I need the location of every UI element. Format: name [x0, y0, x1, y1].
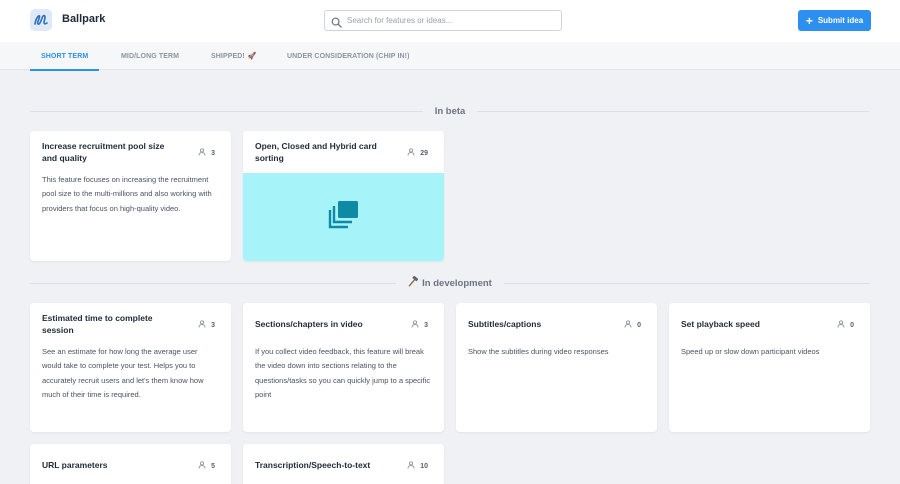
- vote-count[interactable]: 3: [198, 148, 215, 158]
- feature-card[interactable]: Set playback speed 0 Speed up or slow do…: [669, 303, 870, 432]
- vote-number: 5: [211, 462, 215, 470]
- hammer-icon: [408, 275, 419, 290]
- roadmap-tabs: SHORT TERM MID/LONG TERM SHIPPED! 🚀 UNDE…: [0, 42, 900, 71]
- card-title: Estimated time to complete session: [42, 313, 153, 335]
- tab-label: SHORT TERM: [41, 52, 89, 60]
- card-description: This feature focuses on increasing the r…: [42, 175, 212, 213]
- card-title: Increase recruitment pool size and quali…: [42, 141, 165, 163]
- search-icon: [331, 15, 342, 33]
- feature-card[interactable]: Transcription/Speech-to-text 10: [243, 444, 444, 484]
- vote-count[interactable]: 0: [624, 320, 641, 330]
- divider: [30, 282, 397, 284]
- tab-under-consideration[interactable]: UNDER CONSIDERATION (CHIP IN!): [287, 42, 410, 70]
- search-input[interactable]: [347, 12, 557, 29]
- vote-number: 3: [211, 321, 215, 329]
- feature-card[interactable]: Estimated time to complete session 3 See…: [30, 303, 231, 432]
- rocket-icon: 🚀: [247, 53, 257, 60]
- user-icon: [411, 320, 419, 330]
- user-icon: [407, 461, 415, 471]
- vote-count[interactable]: 10: [407, 461, 428, 471]
- section-heading-in-beta: In beta: [30, 104, 870, 118]
- card-title: Set playback speed: [681, 319, 760, 329]
- plus-icon: +: [805, 13, 813, 28]
- user-icon: [624, 320, 632, 330]
- vote-number: 29: [420, 149, 428, 157]
- divider: [477, 110, 870, 112]
- user-icon: [198, 148, 206, 158]
- section-heading-in-development: In development: [30, 275, 870, 290]
- card-description: Speed up or slow down participant videos: [681, 347, 820, 356]
- app-name: Ballpark: [62, 13, 106, 25]
- divider: [503, 282, 870, 284]
- vote-number: 10: [420, 462, 428, 470]
- tab-mid-long-term[interactable]: MID/LONG TERM: [121, 42, 179, 70]
- tab-label: SHIPPED!: [211, 52, 245, 60]
- divider: [30, 110, 423, 112]
- vote-count[interactable]: 3: [198, 320, 215, 330]
- user-icon: [837, 320, 845, 330]
- vote-count[interactable]: 29: [407, 148, 428, 158]
- tab-label: UNDER CONSIDERATION (CHIP IN!): [287, 52, 410, 60]
- submit-idea-button[interactable]: + Submit idea: [798, 10, 871, 31]
- tab-label: MID/LONG TERM: [121, 52, 180, 60]
- feature-card[interactable]: Subtitles/captions 0 Show the subtitles …: [456, 303, 657, 432]
- ballpark-logo-icon[interactable]: [30, 9, 52, 31]
- section-title: In development: [422, 277, 492, 289]
- vote-count[interactable]: 3: [411, 320, 428, 330]
- card-title: Transcription/Speech-to-text: [255, 460, 371, 470]
- feature-card[interactable]: Sections/chapters in video 3 If you coll…: [243, 303, 444, 432]
- section-title-wrapper: In development: [396, 275, 504, 290]
- user-icon: [198, 461, 206, 471]
- card-title: URL parameters: [42, 460, 108, 470]
- card-description: See an estimate for how long the average…: [42, 347, 204, 399]
- section-title: In beta: [434, 105, 466, 117]
- card-media: [243, 173, 444, 261]
- card-description: If you collect video feedback, this feat…: [255, 347, 431, 399]
- card-title: Open, Closed and Hybrid card sorting: [255, 141, 377, 163]
- user-icon: [198, 320, 206, 330]
- top-header: Ballpark + Submit idea: [0, 0, 900, 42]
- feature-card[interactable]: URL parameters 5: [30, 444, 231, 484]
- vote-count[interactable]: 0: [837, 320, 854, 330]
- tab-shipped[interactable]: SHIPPED! 🚀: [211, 42, 257, 70]
- vote-number: 0: [850, 321, 854, 329]
- feature-card[interactable]: Increase recruitment pool size and quali…: [30, 131, 231, 261]
- submit-idea-label: Submit idea: [817, 16, 864, 25]
- card-stack-icon: [328, 200, 360, 235]
- card-description: Show the subtitles during video response…: [468, 347, 609, 356]
- tab-short-term[interactable]: SHORT TERM: [30, 42, 100, 71]
- vote-count[interactable]: 5: [198, 461, 215, 471]
- vote-number: 3: [211, 149, 215, 157]
- feature-card[interactable]: Open, Closed and Hybrid card sorting 29: [243, 131, 444, 261]
- vote-number: 0: [637, 321, 641, 329]
- vote-number: 3: [424, 321, 428, 329]
- card-title: Subtitles/captions: [468, 319, 542, 329]
- user-icon: [407, 148, 415, 158]
- search-box[interactable]: [324, 10, 562, 31]
- card-title: Sections/chapters in video: [255, 319, 363, 329]
